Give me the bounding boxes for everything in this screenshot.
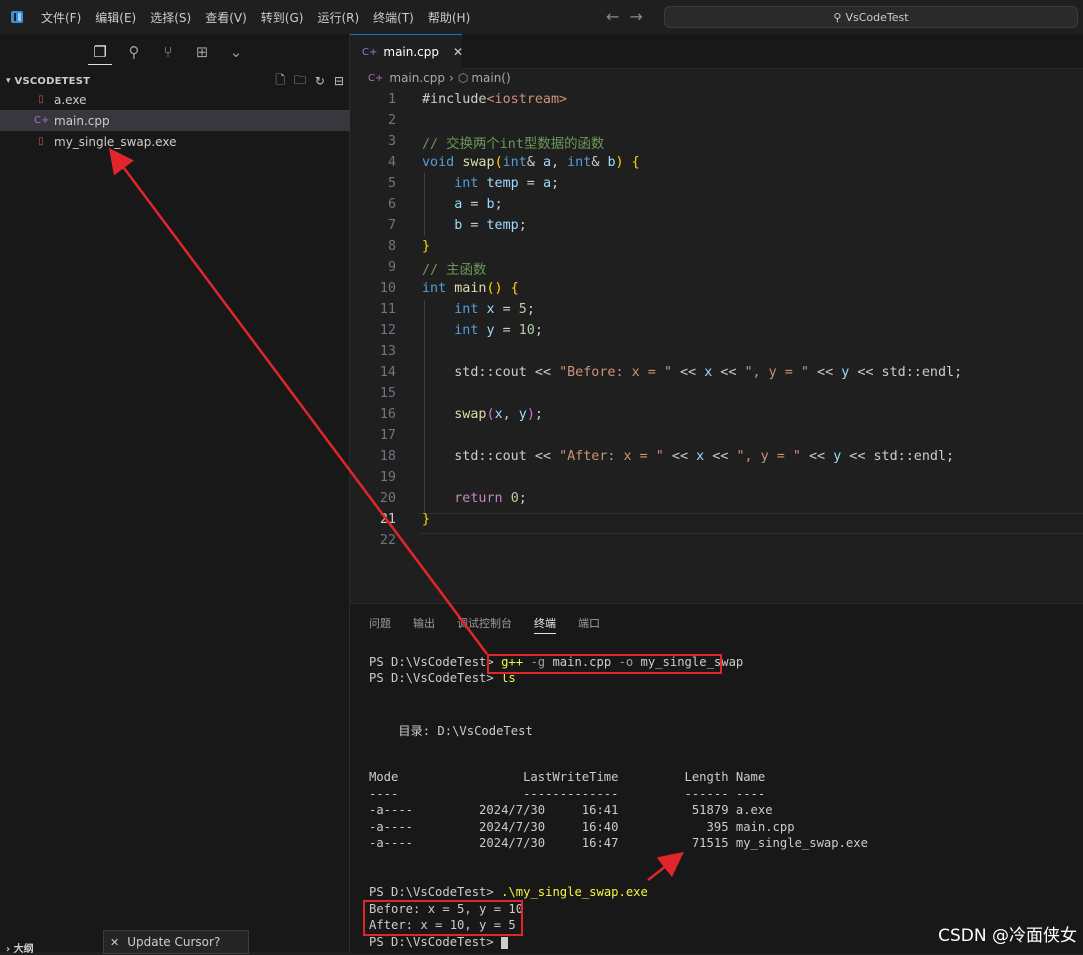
annotation-arrows <box>109 147 684 881</box>
arrow-to-exe-listing <box>647 851 684 881</box>
arrow-to-exe-file <box>109 147 489 655</box>
watermark: CSDN @冷面侠女 <box>938 926 1077 946</box>
